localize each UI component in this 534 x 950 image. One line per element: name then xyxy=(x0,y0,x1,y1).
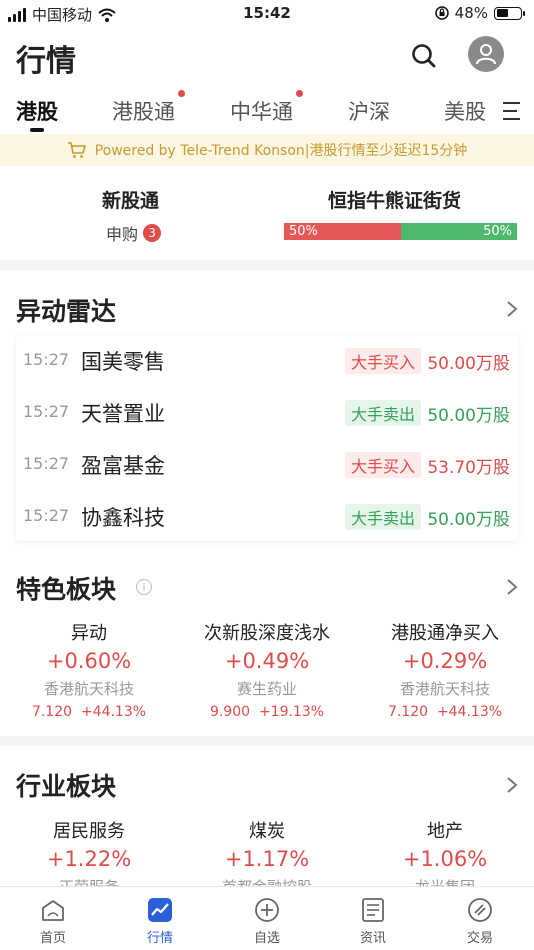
orientation-lock-icon xyxy=(434,6,449,20)
industry-card[interactable]: 地产 +1.06% 龙光集团 xyxy=(356,817,534,897)
bull-bear-link[interactable]: 恒指牛熊证街货 xyxy=(328,186,461,213)
featured-card[interactable]: 异动 +0.60% 香港航天科技 7.120 +44.13% xyxy=(0,619,178,720)
section-divider xyxy=(0,736,534,746)
nav-watchlist[interactable]: 自选 xyxy=(227,897,307,946)
trade-tag: 大手卖出 xyxy=(345,504,422,530)
search-icon xyxy=(412,44,436,68)
radar-row[interactable]: 15:27 国美零售 大手买入 50.00万股 xyxy=(16,335,518,387)
add-circle-icon xyxy=(254,897,280,923)
chevron-right-icon[interactable] xyxy=(506,300,518,318)
featured-title: 特色板块 xyxy=(16,575,117,604)
section-divider xyxy=(0,260,534,270)
active-tab-indicator xyxy=(30,128,44,132)
radar-row[interactable]: 15:27 天誉置业 大手卖出 50.00万股 xyxy=(16,387,518,439)
tab-us[interactable]: 美股 xyxy=(444,96,486,126)
radar-row[interactable]: 15:27 盈富基金 大手买入 53.70万股 xyxy=(16,439,518,491)
chevron-right-icon[interactable] xyxy=(506,578,518,596)
bull-bear-ratio-bar: 50% 50% xyxy=(284,223,517,240)
user-icon xyxy=(476,44,496,65)
bull-bear-title: 恒指牛熊证街货 xyxy=(328,190,462,212)
new-dot xyxy=(178,90,185,97)
tab-china-connect[interactable]: 中华通 xyxy=(230,90,303,126)
ipo-link[interactable]: 新股通 xyxy=(102,186,159,213)
featured-card[interactable]: 次新股深度浅水 +0.49% 赛生药业 9.900 +19.13% xyxy=(178,619,356,720)
nav-quotes[interactable]: 行情 xyxy=(120,897,200,946)
page-title: 行情 xyxy=(16,44,76,79)
ipo-panel: 新股通 申购 3 恒指牛熊证街货 50% 50% xyxy=(0,166,534,260)
status-bar: 中国移动 15:42 48% xyxy=(0,0,534,30)
nav-home[interactable]: 首页 xyxy=(13,897,93,946)
trade-icon xyxy=(467,897,493,923)
battery-icon xyxy=(494,6,525,20)
cart-icon xyxy=(67,142,86,158)
chevron-right-icon[interactable] xyxy=(506,776,518,794)
bottom-nav: 首页 行情 自选 资讯 交易 xyxy=(0,886,534,950)
radar-row[interactable]: 15:27 协鑫科技 大手卖出 50.00万股 xyxy=(16,491,518,543)
news-icon xyxy=(360,897,386,923)
tab-hk-connect[interactable]: 港股通 xyxy=(112,90,185,126)
battery-percent: 48% xyxy=(454,4,488,22)
subscribe-label: 申购 xyxy=(106,225,139,244)
nav-news[interactable]: 资讯 xyxy=(333,897,413,946)
bull-segment: 50% xyxy=(284,223,401,240)
industry-title: 行业板块 xyxy=(16,772,117,801)
notice-text: Powered by Tele-Trend Konson|港股行情至少延迟15分… xyxy=(94,143,468,159)
bear-segment: 50% xyxy=(400,223,517,240)
tab-sh-sz[interactable]: 沪深 xyxy=(348,96,390,126)
search-button[interactable] xyxy=(406,38,442,74)
info-icon[interactable]: i xyxy=(136,579,152,595)
nav-trade[interactable]: 交易 xyxy=(440,897,520,946)
industry-card[interactable]: 居民服务 +1.22% 正荣服务 xyxy=(0,817,178,897)
ipo-title: 新股通 xyxy=(102,190,160,212)
delay-notice: Powered by Tele-Trend Konson|港股行情至少延迟15分… xyxy=(0,134,534,166)
featured-card[interactable]: 港股通净买入 +0.29% 香港航天科技 7.120 +44.13% xyxy=(356,619,534,720)
trade-tag: 大手买入 xyxy=(345,452,422,478)
radar-list: 15:27 国美零售 大手买入 50.00万股 15:27 天誉置业 大手卖出 … xyxy=(16,335,518,541)
new-dot xyxy=(296,90,303,97)
market-tabs: 港股 港股通 中华通 沪深 美股 xyxy=(0,82,534,134)
subscribe-link[interactable]: 申购 3 xyxy=(106,221,162,245)
app-header: 行情 xyxy=(0,30,534,82)
home-icon xyxy=(40,897,66,923)
tab-hk[interactable]: 港股 xyxy=(16,96,58,126)
menu-icon[interactable] xyxy=(500,100,524,122)
trade-tag: 大手买入 xyxy=(345,348,422,374)
trade-tag: 大手卖出 xyxy=(345,400,422,426)
profile-button[interactable] xyxy=(468,36,504,72)
subscribe-count-badge: 3 xyxy=(143,224,162,242)
chart-icon xyxy=(147,897,173,923)
radar-title: 异动雷达 xyxy=(16,297,117,326)
industry-card[interactable]: 煤炭 +1.17% 首都金融控股 xyxy=(178,817,356,897)
quotes-screen: 中国移动 15:42 48% 行情 港股 港股通 中华通 沪深 美股 Power… xyxy=(0,0,534,950)
